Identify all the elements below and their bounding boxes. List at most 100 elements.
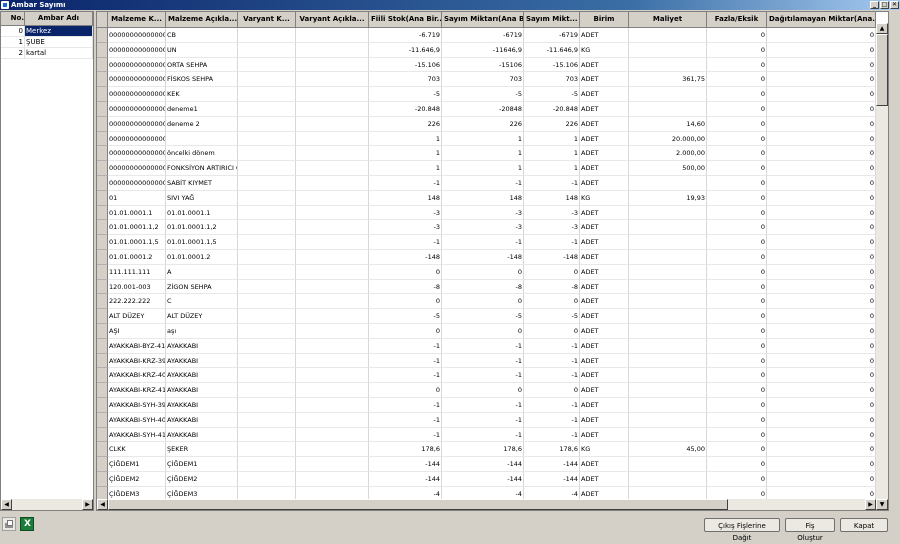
warehouse-row[interactable]: 1 ŞUBE	[1, 37, 93, 48]
variant-desc-cell[interactable]	[296, 471, 369, 487]
cost-cell[interactable]	[629, 457, 707, 472]
cost-cell[interactable]	[629, 427, 707, 443]
cost-cell[interactable]	[629, 235, 707, 250]
undistributed-cell[interactable]: 0	[767, 220, 876, 236]
header-cost[interactable]: Maliyet	[629, 12, 707, 28]
row-indicator[interactable]	[97, 383, 108, 398]
cost-cell[interactable]	[629, 264, 707, 280]
scroll-right-icon[interactable]: ▶	[82, 499, 93, 510]
cost-cell[interactable]	[629, 175, 707, 191]
cost-cell[interactable]	[629, 205, 707, 221]
diff-cell[interactable]: 0	[707, 72, 767, 88]
table-row[interactable]: AYAKKABI-SYH-40 AYAKKABI -1 -1 -1 ADET 0 0	[97, 412, 876, 428]
diff-cell[interactable]: 0	[707, 279, 767, 295]
unit-cell[interactable]: ADET	[580, 457, 629, 472]
unit-cell[interactable]: ADET	[580, 353, 629, 369]
table-row[interactable]: 00000000000000SABİT KIYMETSABİT KIYMET -1…	[97, 175, 876, 191]
table-row[interactable]: 00000000000000deneme1deneme1 -20.848-2084…	[97, 101, 876, 117]
diff-cell[interactable]: 0	[707, 427, 767, 443]
row-indicator[interactable]	[97, 190, 108, 206]
table-row[interactable]: 120.001-003 ZİGON SEHPA -8 -8 -8 ADET 0 0	[97, 279, 876, 295]
stock-vscroll[interactable]: ▲ ▼	[876, 23, 888, 510]
unit-cell[interactable]: ADET	[580, 264, 629, 280]
variant-desc-cell[interactable]	[296, 72, 369, 88]
undistributed-cell[interactable]: 0	[767, 205, 876, 221]
variant-code-cell[interactable]	[238, 249, 296, 265]
count-qty-2-cell[interactable]: 148	[524, 190, 580, 206]
material-desc-cell[interactable]: AYAKKABI	[166, 397, 238, 413]
undistributed-cell[interactable]: 0	[767, 368, 876, 384]
row-indicator[interactable]	[97, 264, 108, 280]
material-desc-cell[interactable]: ALT DÜZEY	[166, 309, 238, 324]
row-indicator[interactable]	[97, 249, 108, 265]
cost-cell[interactable]	[629, 279, 707, 295]
undistributed-cell[interactable]: 0	[767, 72, 876, 88]
material-code-cell[interactable]: 00000000000000	[108, 131, 166, 147]
diff-cell[interactable]: 0	[707, 264, 767, 280]
table-row[interactable]: ALT DÜZEY ALT DÜZEY -5 -5 -5 ADET 0 0	[97, 309, 876, 324]
table-row[interactable]: 01 SIVI YAĞ 148 148 148 KG 19,93 0 0	[97, 190, 876, 206]
count-qty-cell[interactable]: -1	[442, 353, 524, 369]
count-qty-2-cell[interactable]: 0	[524, 383, 580, 398]
material-code-cell[interactable]: 01.01.0001.2	[108, 249, 166, 265]
count-qty-2-cell[interactable]: -4	[524, 486, 580, 499]
count-qty-cell[interactable]: -11646,9	[442, 42, 524, 58]
actual-stock-cell[interactable]: 0	[369, 264, 442, 280]
material-code-cell[interactable]: AYAKKABI-KRZ-41	[108, 383, 166, 398]
unit-cell[interactable]: ADET	[580, 383, 629, 398]
variant-desc-cell[interactable]	[296, 28, 369, 43]
undistributed-cell[interactable]: 0	[767, 249, 876, 265]
variant-code-cell[interactable]	[238, 72, 296, 88]
table-row[interactable]: 01.01.0001.1,5 01.01.0001.1,5 -1 -1 -1 ADET 0 0	[97, 235, 876, 250]
diff-cell[interactable]: 0	[707, 190, 767, 206]
diff-cell[interactable]: 0	[707, 294, 767, 310]
row-indicator[interactable]	[97, 294, 108, 310]
table-row[interactable]: AYAKKABI-BYZ-41 AYAKKABI -1 -1 -1 ADET 0 0	[97, 338, 876, 354]
material-desc-cell[interactable]: AYAKKABI	[166, 353, 238, 369]
variant-desc-cell[interactable]	[296, 323, 369, 339]
cost-cell[interactable]	[629, 353, 707, 369]
count-qty-2-cell[interactable]: -144	[524, 471, 580, 487]
actual-stock-cell[interactable]: -1	[369, 338, 442, 354]
variant-desc-cell[interactable]	[296, 338, 369, 354]
material-desc-cell[interactable]: AYAKKABI	[166, 383, 238, 398]
material-code-cell[interactable]: 00000000000000SABİT KIYMET	[108, 175, 166, 191]
material-desc-cell[interactable]: aşı	[166, 323, 238, 339]
unit-cell[interactable]: ADET	[580, 486, 629, 499]
row-indicator[interactable]	[97, 87, 108, 102]
variant-desc-cell[interactable]	[296, 294, 369, 310]
variant-code-cell[interactable]	[238, 427, 296, 443]
unit-cell[interactable]: ADET	[580, 57, 629, 73]
material-code-cell[interactable]: 120.001-003	[108, 279, 166, 295]
material-code-cell[interactable]: AYAKKABI-SYH-40	[108, 412, 166, 428]
diff-cell[interactable]: 0	[707, 383, 767, 398]
undistributed-cell[interactable]: 0	[767, 397, 876, 413]
count-qty-2-cell[interactable]: -11.646,9	[524, 42, 580, 58]
variant-desc-cell[interactable]	[296, 427, 369, 443]
diff-cell[interactable]: 0	[707, 28, 767, 43]
material-desc-cell[interactable]: AYAKKABI	[166, 338, 238, 354]
variant-desc-cell[interactable]	[296, 146, 369, 162]
vscroll-thumb[interactable]	[876, 34, 888, 106]
cost-cell[interactable]	[629, 42, 707, 58]
count-qty-2-cell[interactable]: -3	[524, 220, 580, 236]
variant-desc-cell[interactable]	[296, 175, 369, 191]
count-qty-cell[interactable]: -6719	[442, 28, 524, 43]
cost-cell[interactable]	[629, 87, 707, 102]
cost-cell[interactable]: 45,00	[629, 442, 707, 458]
undistributed-cell[interactable]: 0	[767, 412, 876, 428]
variant-desc-cell[interactable]	[296, 412, 369, 428]
unit-cell[interactable]: ADET	[580, 279, 629, 295]
unit-cell[interactable]: ADET	[580, 131, 629, 147]
variant-code-cell[interactable]	[238, 323, 296, 339]
row-indicator[interactable]	[97, 131, 108, 147]
variant-code-cell[interactable]	[238, 486, 296, 499]
cost-cell[interactable]	[629, 412, 707, 428]
actual-stock-cell[interactable]: 703	[369, 72, 442, 88]
row-indicator[interactable]	[97, 161, 108, 176]
count-qty-cell[interactable]: -1	[442, 427, 524, 443]
actual-stock-cell[interactable]: 0	[369, 323, 442, 339]
table-row[interactable]: CLKK ŞEKER 178,6 178,6 178,6 KG 45,00 0 0	[97, 442, 876, 458]
cost-cell[interactable]	[629, 338, 707, 354]
undistributed-cell[interactable]: 0	[767, 309, 876, 324]
